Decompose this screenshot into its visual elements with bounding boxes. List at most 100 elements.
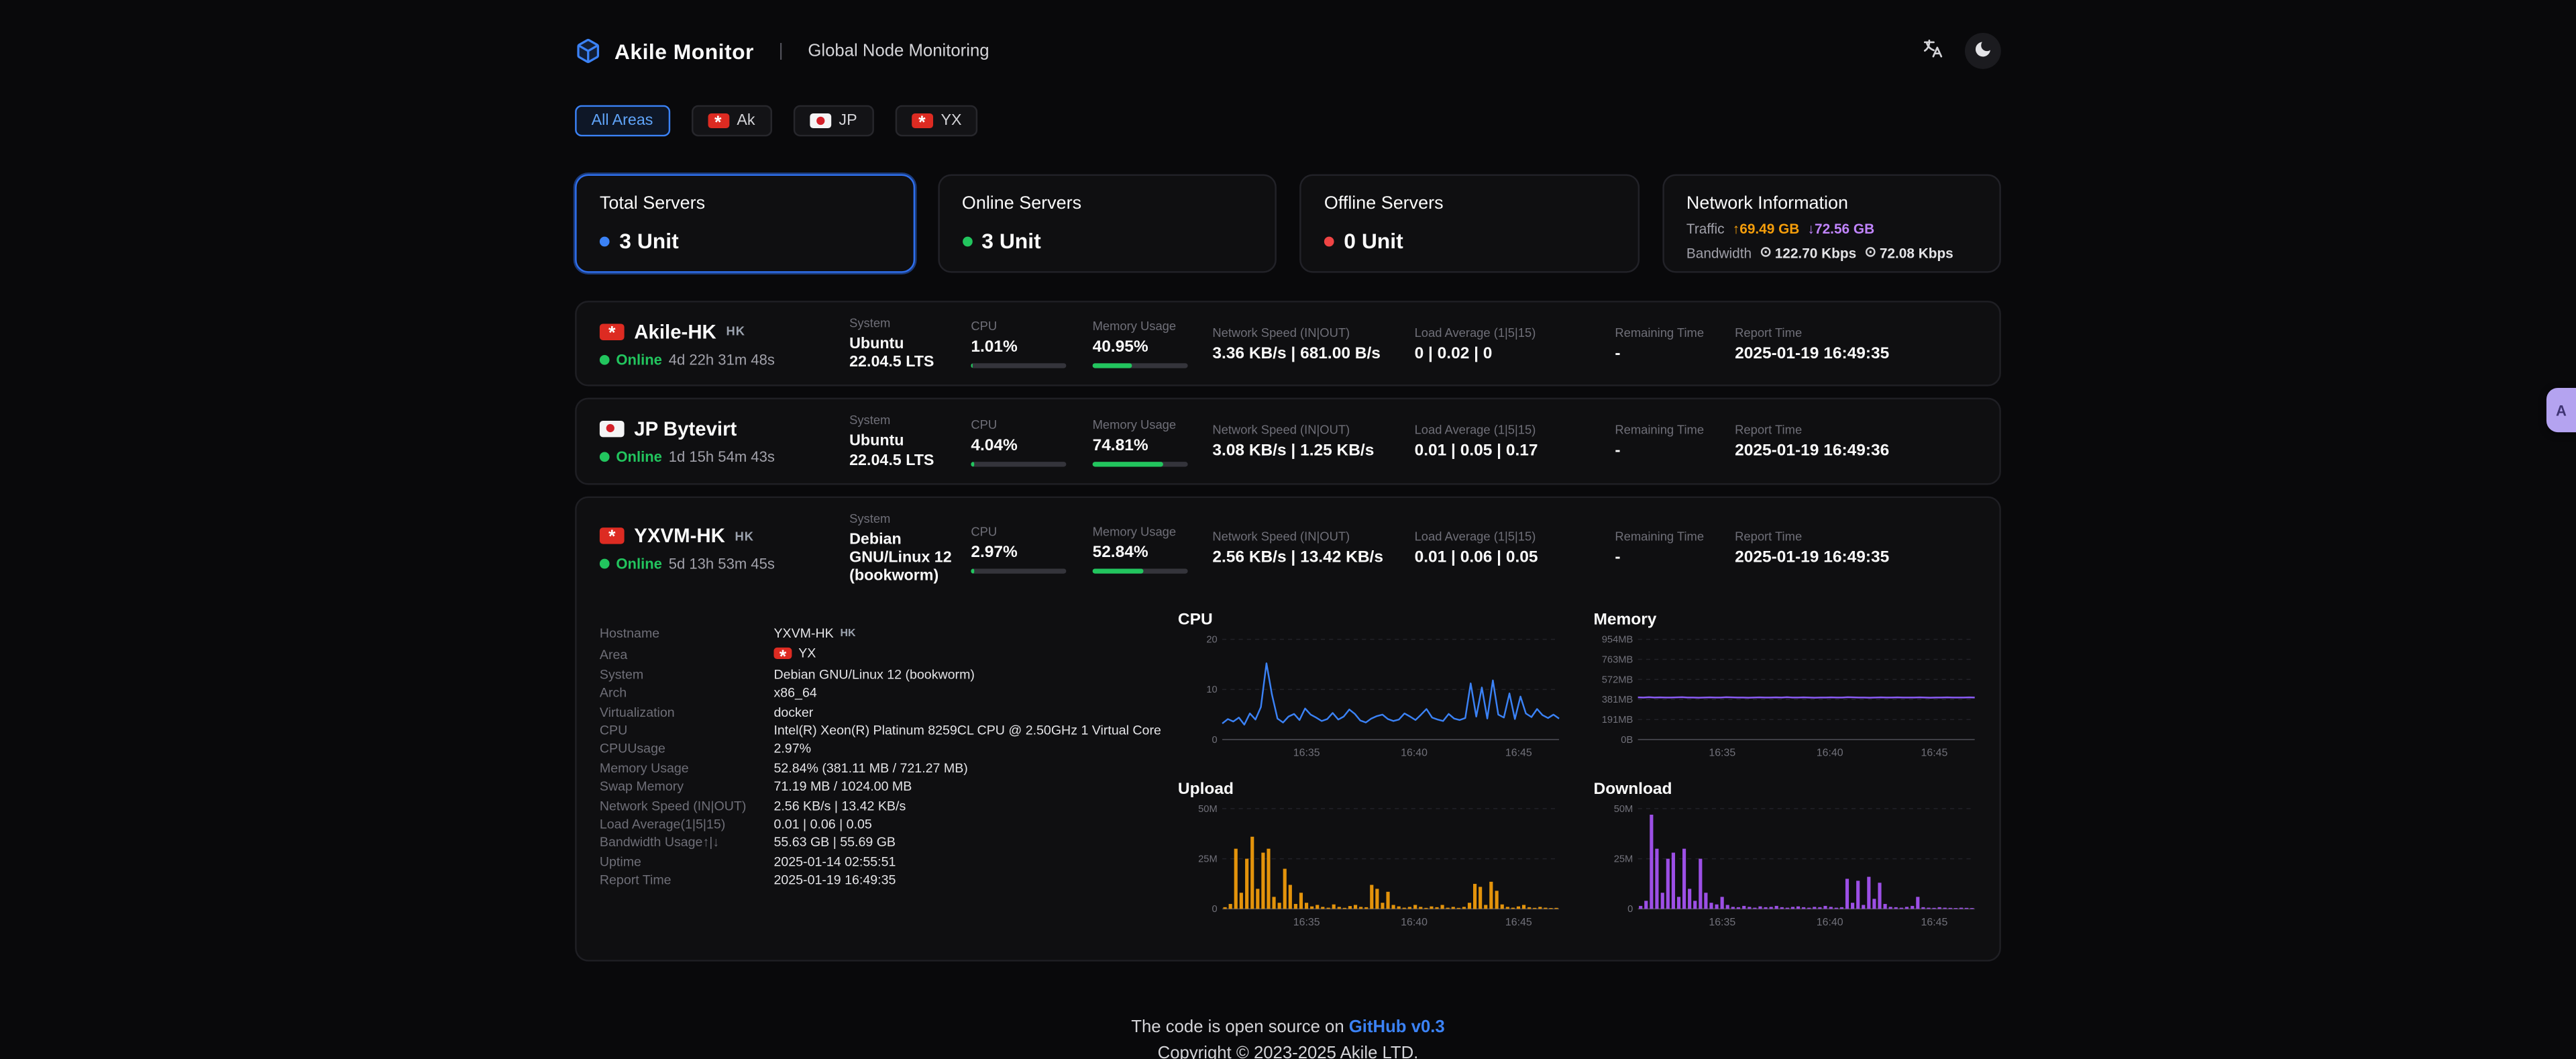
uptime-value: 4d 22h 31m 48s: [669, 351, 775, 367]
server-row[interactable]: JP Bytevirt Online 1d 15h 54m 43s System…: [577, 400, 2000, 483]
brand: Akile Monitor | Global Node Monitoring: [575, 38, 989, 64]
red-dot-icon: [1324, 236, 1334, 246]
language-toggle-button[interactable]: [1914, 33, 1950, 69]
cpu-usage-value: 2.97%: [773, 740, 811, 759]
server-detail-panel: HostnameYXVM-HKHK AreaYX SystemDebian GN…: [577, 599, 2000, 960]
load-average-value: 0.01 | 0.06 | 0.05: [1415, 549, 1615, 567]
svg-text:16:45: 16:45: [1921, 917, 1948, 929]
svg-text:16:40: 16:40: [1401, 748, 1428, 760]
dark-mode-toggle-button[interactable]: [1965, 33, 2001, 69]
traffic-upload-value: ↑69.49 GB: [1733, 220, 1800, 236]
virtualization-value: docker: [773, 703, 813, 721]
server-card-akile-hk: Akile-HK HK Online 4d 22h 31m 48s System…: [575, 301, 2001, 387]
region-badge: HK: [735, 529, 755, 544]
memory-value: 74.81%: [1093, 436, 1213, 454]
svg-text:381MB: 381MB: [1602, 695, 1633, 706]
memory-value: 40.95%: [1093, 339, 1213, 357]
report-time-value: 2025-01-19 16:49:36: [1735, 442, 1976, 460]
top-actions: [1914, 33, 2001, 69]
hk-flag-icon: [773, 647, 792, 659]
area-value: YX: [798, 644, 816, 663]
svg-text:16:40: 16:40: [1401, 917, 1428, 929]
network-speed-value: 2.56 KB/s | 13.42 KB/s: [773, 797, 906, 815]
network-speed-value: 2.56 KB/s | 13.42 KB/s: [1212, 549, 1414, 567]
akile-monitor-app: Akile Monitor | Global Node Monitoring: [0, 0, 2576, 1059]
memory-chart: Memory 0B191MB381MB572MB763MB954MB16:351…: [1594, 612, 1980, 762]
clock-icon: ⊙: [1760, 243, 1771, 261]
area-filters: All Areas Ak JP YX: [575, 105, 2001, 137]
stat-card-network-information: Network Information Traffic ↑69.49 GB ↓7…: [1662, 174, 2001, 273]
stat-title: Network Information: [1686, 194, 1976, 213]
remaining-time-value: -: [1615, 442, 1735, 460]
stat-value: 3 Unit: [981, 228, 1040, 253]
title-separator: |: [779, 41, 784, 60]
stat-card-offline-servers[interactable]: Offline Servers 0 Unit: [1299, 174, 1639, 273]
cpu-progress: [971, 364, 1066, 368]
remaining-time-value: -: [1615, 549, 1735, 567]
server-row[interactable]: YXVM-HK HK Online 5d 13h 53m 45s SystemD…: [577, 498, 2000, 599]
svg-text:0: 0: [1212, 905, 1218, 915]
cpu-progress: [971, 461, 1066, 466]
server-row[interactable]: Akile-HK HK Online 4d 22h 31m 48s System…: [577, 303, 2000, 385]
filter-jp[interactable]: JP: [793, 105, 873, 137]
server-name: YXVM-HK: [634, 524, 725, 547]
network-speed-value: 3.08 KB/s | 1.25 KB/s: [1212, 442, 1414, 460]
download-chart: Download 025M50M16:3516:4016:45: [1594, 781, 1980, 931]
stat-value: 0 Unit: [1344, 228, 1403, 253]
filter-label: JP: [839, 112, 857, 130]
svg-text:572MB: 572MB: [1602, 675, 1633, 686]
traffic-download-value: ↓72.56 GB: [1808, 220, 1875, 236]
load-average-value: 0 | 0.02 | 0: [1415, 345, 1615, 363]
region-badge: HK: [841, 625, 856, 644]
server-card-yxvm-hk-expanded: YXVM-HK HK Online 5d 13h 53m 45s SystemD…: [575, 496, 2001, 962]
report-time-value: 2025-01-19 16:49:35: [773, 871, 896, 890]
load-average-value: 0.01 | 0.05 | 0.17: [1415, 442, 1615, 460]
remaining-time-value: -: [1615, 345, 1735, 363]
jp-flag-icon: [809, 113, 830, 128]
filter-ak[interactable]: Ak: [691, 105, 771, 137]
region-badge: HK: [726, 324, 745, 339]
svg-text:25M: 25M: [1198, 855, 1218, 866]
svg-text:16:35: 16:35: [1709, 748, 1735, 760]
upload-chart: Upload 025M50M16:3516:4016:45: [1178, 781, 1564, 931]
hk-flag-icon: [707, 113, 729, 128]
filter-yx[interactable]: YX: [895, 105, 978, 137]
svg-text:16:45: 16:45: [1921, 748, 1948, 760]
footer-copyright: Copyright © 2023-2025 Akile LTD.: [575, 1042, 2001, 1059]
system-value: Ubuntu 22.04.5 LTS: [849, 336, 958, 372]
bandwidth-in-value: 122.70 Kbps: [1775, 244, 1857, 260]
floating-translate-button[interactable]: A: [2546, 388, 2576, 432]
memory-progress: [1093, 364, 1188, 368]
green-dot-icon: [962, 236, 972, 246]
load-average-value: 0.01 | 0.06 | 0.05: [773, 815, 871, 834]
cpu-model-value: Intel(R) Xeon(R) Platinum 8259CL CPU @ 2…: [773, 721, 1161, 740]
filter-label: YX: [941, 112, 962, 130]
system-value: Debian GNU/Linux 12 (bookworm): [773, 665, 974, 684]
stat-card-total-servers[interactable]: Total Servers 3 Unit: [575, 174, 914, 273]
svg-text:16:40: 16:40: [1817, 748, 1843, 760]
online-status-dot: [600, 559, 610, 569]
uptime-value: 1d 15h 54m 43s: [669, 449, 775, 465]
footer: The code is open source on GitHub v0.3 C…: [575, 1017, 2001, 1059]
hk-flag-icon: [600, 323, 625, 340]
github-link[interactable]: GitHub v0.3: [1349, 1018, 1445, 1038]
filter-all-areas[interactable]: All Areas: [575, 105, 669, 137]
svg-text:191MB: 191MB: [1602, 715, 1633, 726]
status-label: Online: [616, 351, 662, 367]
app-subtitle: Global Node Monitoring: [808, 41, 989, 60]
cpu-value: 1.01%: [971, 339, 1092, 357]
bandwidth-out-value: 72.08 Kbps: [1880, 244, 1953, 260]
online-status-dot: [600, 452, 610, 462]
svg-text:20: 20: [1206, 636, 1217, 646]
translate-float-icon: A: [2556, 402, 2567, 418]
status-label: Online: [616, 556, 662, 572]
server-name: Akile-HK: [634, 320, 716, 343]
stat-card-online-servers[interactable]: Online Servers 3 Unit: [937, 174, 1277, 273]
stat-value: 3 Unit: [619, 228, 678, 253]
svg-text:954MB: 954MB: [1602, 636, 1633, 646]
swap-memory-value: 71.19 MB / 1024.00 MB: [773, 778, 912, 797]
cpu-chart: CPU 0102016:3516:4016:45: [1178, 612, 1564, 762]
translate-icon: [1921, 38, 1943, 64]
server-name: JP Bytevirt: [634, 417, 737, 440]
filter-label: All Areas: [592, 112, 653, 130]
